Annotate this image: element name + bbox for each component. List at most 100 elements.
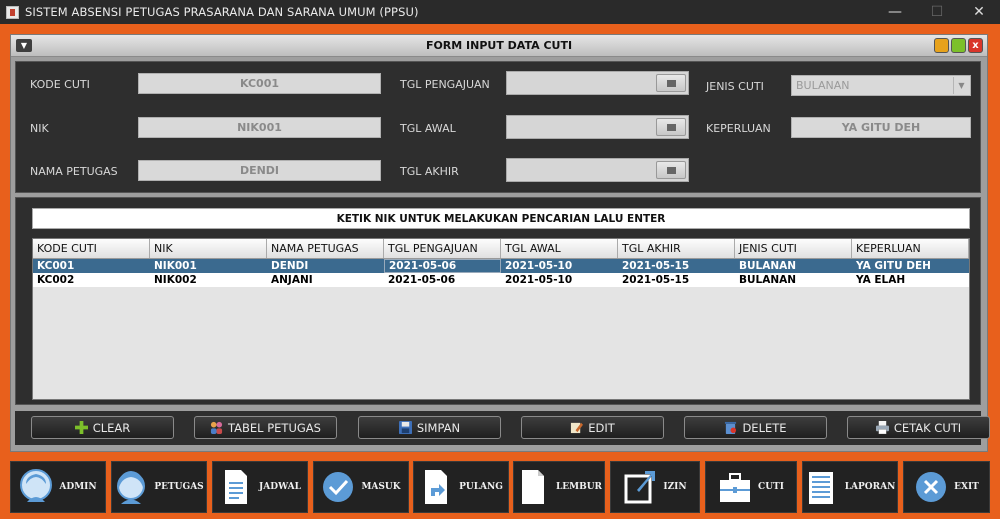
column-header[interactable]: KODE CUTI <box>33 239 150 258</box>
column-header[interactable]: TGL PENGAJUAN <box>384 239 501 258</box>
nav-izin-button[interactable]: IZIN <box>610 461 700 513</box>
nama-petugas-field[interactable]: DENDI <box>138 160 381 181</box>
column-header[interactable]: TGL AWAL <box>501 239 618 258</box>
document-lines-icon <box>225 470 248 504</box>
window-title: SISTEM ABSENSI PETUGAS PRASARANA DAN SAR… <box>25 5 419 19</box>
nik-field[interactable]: NIK001 <box>138 117 381 138</box>
edit-button[interactable]: EDIT <box>521 416 664 439</box>
nav-masuk-label: MASUK <box>361 482 401 492</box>
table-cell: YA ELAH <box>856 274 906 286</box>
delete-label: DELETE <box>742 420 787 435</box>
nav-cuti-label: CUTI <box>758 482 784 492</box>
table-cell: ANJANI <box>271 274 313 286</box>
action-bar: CLEAR TABEL PETUGAS SIMPAN EDIT DELETE C… <box>15 411 990 445</box>
frame-title: FORM INPUT DATA CUTI <box>425 39 573 52</box>
frame-minimize-button[interactable] <box>934 38 949 53</box>
tgl-akhir-field[interactable] <box>506 158 689 182</box>
tgl-akhir-label: TGL AKHIR <box>400 165 459 178</box>
table-cell: 2021-05-10 <box>505 260 573 272</box>
nav-lembur-button[interactable]: LEMBUR <box>513 461 605 513</box>
jenis-cuti-label: JENIS CUTI <box>706 80 764 93</box>
nav-exit-button[interactable]: EXIT <box>903 461 990 513</box>
internal-frame: ▼ FORM INPUT DATA CUTI x KODE CUTI KC001… <box>10 34 990 452</box>
blank-document-icon <box>521 470 544 504</box>
minimize-button[interactable]: — <box>874 0 916 24</box>
chevron-down-icon[interactable]: ▼ <box>953 77 969 94</box>
table-cell: 2021-05-15 <box>622 260 690 272</box>
calendar-icon[interactable] <box>656 118 686 136</box>
clear-button[interactable]: CLEAR <box>31 416 174 439</box>
floppy-disk-icon <box>398 421 412 434</box>
bottom-nav: ADMIN PETUGAS JADWAL MASUK PULANG LEMBUR… <box>0 456 1000 519</box>
maximize-button[interactable]: ☐ <box>916 0 958 24</box>
nav-masuk-button[interactable]: MASUK <box>313 461 409 513</box>
edit-label: EDIT <box>588 420 615 435</box>
table-row[interactable]: KC002 NIK002 ANJANI 2021-05-06 2021-05-1… <box>33 273 969 287</box>
tgl-pengajuan-field[interactable] <box>506 71 689 95</box>
column-header[interactable]: JENIS CUTI <box>735 239 852 258</box>
table-header: KODE CUTI NIK NAMA PETUGAS TGL PENGAJUAN… <box>33 239 969 259</box>
cetak-cuti-label: CETAK CUTI <box>893 420 962 435</box>
table-cell: BULANAN <box>739 260 797 272</box>
nav-jadwal-button[interactable]: JADWAL <box>212 461 308 513</box>
column-header[interactable]: TGL AKHIR <box>618 239 735 258</box>
nik-label: NIK <box>30 122 49 135</box>
nama-petugas-label: NAMA PETUGAS <box>30 165 118 178</box>
close-circle-icon <box>916 472 947 502</box>
trash-icon <box>725 421 737 434</box>
table-cell: YA GITU DEH <box>856 260 931 272</box>
frame-maximize-button[interactable] <box>951 38 966 53</box>
search-input[interactable]: KETIK NIK UNTUK MELAKUKAN PENCARIAN LALU… <box>32 208 970 229</box>
tgl-pengajuan-label: TGL PENGAJUAN <box>400 78 490 91</box>
cetak-cuti-button[interactable]: CETAK CUTI <box>847 416 990 439</box>
nav-admin-label: ADMIN <box>59 482 97 492</box>
nav-petugas-button[interactable]: PETUGAS <box>111 461 207 513</box>
table-cell: KC001 <box>37 260 75 272</box>
table-cell: 2021-05-15 <box>622 274 690 286</box>
nav-exit-label: EXIT <box>954 482 979 492</box>
close-button[interactable]: ✕ <box>958 0 1000 24</box>
simpan-label: SIMPAN <box>416 420 461 435</box>
frame-titlebar: ▼ FORM INPUT DATA CUTI x <box>11 35 987 57</box>
column-header[interactable]: KEPERLUAN <box>852 239 969 258</box>
jenis-cuti-select[interactable]: BULANAN ▼ <box>791 75 971 96</box>
delete-button[interactable]: DELETE <box>684 416 827 439</box>
data-table[interactable]: KODE CUTI NIK NAMA PETUGAS TGL PENGAJUAN… <box>32 238 970 400</box>
keperluan-field[interactable]: YA GITU DEH <box>791 117 971 138</box>
tabel-petugas-button[interactable]: TABEL PETUGAS <box>194 416 337 439</box>
printer-icon <box>875 421 889 434</box>
nav-admin-button[interactable]: ADMIN <box>10 461 106 513</box>
tgl-awal-label: TGL AWAL <box>400 122 456 135</box>
form-panel: KODE CUTI KC001 NIK NIK001 NAMA PETUGAS … <box>15 61 981 193</box>
admin-avatar-icon <box>20 469 53 502</box>
table-cell: 2021-05-06 <box>384 259 501 273</box>
petugas-avatar-icon <box>117 471 146 504</box>
simpan-button[interactable]: SIMPAN <box>358 416 501 439</box>
nav-jadwal-label: JADWAL <box>259 482 301 492</box>
report-icon <box>808 472 833 504</box>
column-header[interactable]: NIK <box>150 239 267 258</box>
table-cell: DENDI <box>271 260 309 272</box>
nav-pulang-button[interactable]: PULANG <box>413 461 509 513</box>
window-titlebar: SISTEM ABSENSI PETUGAS PRASARANA DAN SAR… <box>0 0 1000 24</box>
nav-lembur-label: LEMBUR <box>555 482 603 492</box>
calendar-icon[interactable] <box>656 74 686 92</box>
table-row[interactable]: KC001 NIK001 DENDI 2021-05-06 2021-05-10… <box>33 259 969 273</box>
nav-laporan-button[interactable]: LAPORAN <box>802 461 898 513</box>
frame-close-button[interactable]: x <box>968 38 983 53</box>
table-cell: NIK001 <box>154 260 197 272</box>
column-header[interactable]: NAMA PETUGAS <box>267 239 384 258</box>
nav-cuti-button[interactable]: CUTI <box>705 461 797 513</box>
clear-label: CLEAR <box>92 420 131 435</box>
jenis-cuti-value: BULANAN <box>796 79 850 92</box>
kode-cuti-field[interactable]: KC001 <box>138 73 381 94</box>
calendar-icon[interactable] <box>656 161 686 179</box>
nav-pulang-label: PULANG <box>459 482 503 492</box>
table-cell: BULANAN <box>739 274 797 286</box>
nav-petugas-label: PETUGAS <box>154 482 204 492</box>
app-icon <box>6 5 19 19</box>
tgl-awal-field[interactable] <box>506 115 689 139</box>
nav-laporan-label: LAPORAN <box>844 482 896 492</box>
checkmark-circle-icon <box>323 472 354 502</box>
external-link-icon <box>624 471 656 504</box>
